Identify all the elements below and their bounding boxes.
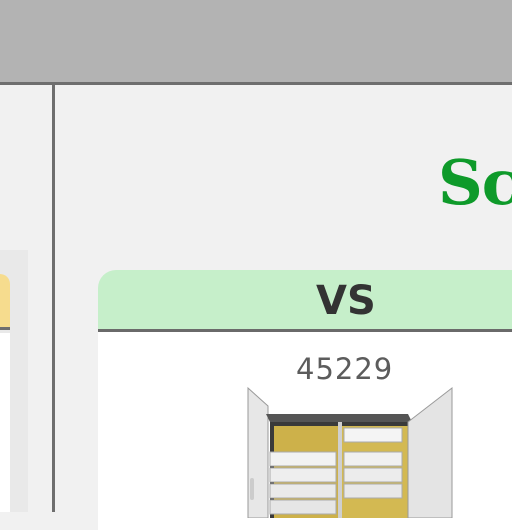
product-card-heading: VS <box>316 278 376 324</box>
product-card-header: VS <box>98 270 512 332</box>
cabinet-image <box>236 378 456 522</box>
brand-title: Sci <box>438 146 512 219</box>
product-card-body: 45229 <box>98 332 512 530</box>
product-card[interactable]: VS 45229 <box>98 270 512 530</box>
